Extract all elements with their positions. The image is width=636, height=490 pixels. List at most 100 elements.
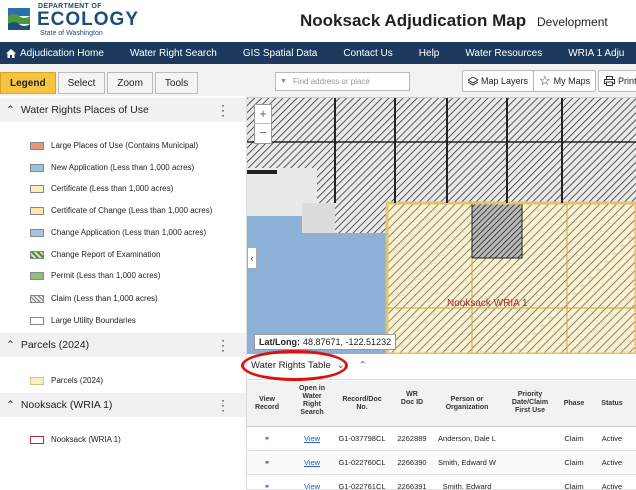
legend-item: Certificate (Less than 1,000 acres) <box>30 184 173 193</box>
legend-swatch <box>30 228 44 237</box>
legend-swatch <box>30 250 44 259</box>
section-title: Nooksack (WRIA 1) <box>20 399 113 411</box>
map-canvas[interactable]: Nooksack WRIA 1 <box>247 98 636 354</box>
status: Active <box>601 434 623 443</box>
ecology-logo-icon <box>6 4 32 34</box>
doc-id: 2266391 <box>397 482 427 490</box>
legend-label: Large Utility Boundaries <box>51 316 136 325</box>
more-options-icon[interactable]: ⋮ <box>216 102 230 119</box>
legend-label: Change Report of Examination <box>51 250 161 259</box>
nav-item-contact-us[interactable]: Contact Us <box>330 48 405 59</box>
search-placeholder: Find address or place <box>292 77 370 86</box>
legend-item: Certificate of Change (Less than 1,000 a… <box>30 206 212 215</box>
tab-zoom[interactable]: Zoom <box>107 72 153 94</box>
chevron-left-icon: ‹ <box>250 253 254 263</box>
table-row: ⚭ View G1-037798CL 2262889 Anderson, Dal… <box>247 427 636 451</box>
dropdown-arrow-icon: ▼ <box>280 78 287 85</box>
legend-swatch <box>30 294 44 303</box>
legend-item: Large Utility Boundaries <box>30 316 136 325</box>
col-wr-doc-id[interactable]: WR Doc ID <box>400 391 424 407</box>
more-options-icon[interactable]: ⋮ <box>216 337 230 354</box>
home-icon <box>6 48 16 58</box>
col-record-no[interactable]: Record/Doc No. <box>339 396 385 412</box>
col-view-record[interactable]: View Record <box>251 396 283 412</box>
legend-label: New Application (Less than 1,000 acres) <box>51 163 195 172</box>
legend-item: Claim (Less than 1,000 acres) <box>30 294 158 303</box>
collapse-panel-button[interactable]: ‹ <box>247 247 257 269</box>
legend-swatch <box>30 271 44 280</box>
legend-item: Large Places of Use (Contains Municipal) <box>30 141 198 150</box>
binoculars-icon[interactable]: ⚭ <box>251 451 283 475</box>
legend-label: Claim (Less than 1,000 acres) <box>51 294 158 303</box>
logo-brand-text: ECOLOGY <box>37 9 140 30</box>
view-link[interactable]: View <box>297 427 327 451</box>
zoom-out-button[interactable]: − <box>255 124 271 143</box>
address-search-input[interactable]: ▼ Find address or place <box>275 72 410 91</box>
nav-item-adjudication-home[interactable]: Adjudication Home <box>0 48 117 59</box>
print-button[interactable]: Print <box>598 70 636 92</box>
phase: Claim <box>564 434 584 443</box>
tab-select[interactable]: Select <box>57 72 106 94</box>
doc-id: 2262889 <box>397 434 427 443</box>
legend-panel <box>0 96 247 490</box>
priority-date <box>505 475 555 489</box>
legend-section-parcels[interactable]: ⌃ Parcels (2024) ⋮ <box>0 333 246 357</box>
person-name: Smith, Edward <box>442 482 492 490</box>
highlight-annotation <box>241 350 348 381</box>
status: Active <box>601 482 623 490</box>
nav-item-gis-spatial-data[interactable]: GIS Spatial Data <box>230 48 330 59</box>
zoom-in-button[interactable]: + <box>255 105 271 124</box>
view-link[interactable]: View <box>297 451 327 475</box>
table-row: ⚭ View G1-022760CL 2266390 Smith, Edward… <box>247 451 636 475</box>
nav-item-help[interactable]: Help <box>406 48 453 59</box>
legend-section-nooksack[interactable]: ⌃ Nooksack (WRIA 1) ⋮ <box>0 393 246 417</box>
map-layers-button[interactable]: Map Layers <box>462 70 535 92</box>
star-icon: ☆ <box>539 73 551 88</box>
nav-item-water-right-search[interactable]: Water Right Search <box>117 48 230 59</box>
view-link[interactable]: View <box>297 475 327 490</box>
legend-label: Parcels (2024) <box>51 376 104 385</box>
legend-swatch <box>30 206 44 215</box>
status: Active <box>601 458 623 467</box>
section-title: Water Rights Places of Use <box>20 104 149 116</box>
col-person[interactable]: Person or Organization <box>437 396 497 412</box>
col-priority-date[interactable]: Priority Date/Claim First Use <box>505 391 555 415</box>
chevron-up-icon: ⌃ <box>6 399 15 411</box>
more-options-icon[interactable]: ⋮ <box>216 397 230 414</box>
main-nav: Adjudication Home Water Right Search GIS… <box>0 42 636 64</box>
person-name: Smith, Edward W <box>438 458 496 467</box>
layers-icon <box>468 76 478 86</box>
legend-swatch <box>30 163 44 172</box>
legend-label: Certificate of Change (Less than 1,000 a… <box>51 206 213 215</box>
legend-item: Nooksack (WRIA 1) <box>30 435 121 444</box>
table-row: ⚭ View G1-022761CL 2266391 Smith, Edward… <box>247 475 636 490</box>
map-layers-label: Map Layers <box>481 76 529 86</box>
nav-item-wria1[interactable]: WRIA 1 Adju <box>555 48 636 59</box>
nav-item-water-resources[interactable]: Water Resources <box>452 48 555 59</box>
printer-icon <box>604 76 615 86</box>
doc-id: 2266390 <box>397 458 427 467</box>
col-phase[interactable]: Phase <box>561 400 587 408</box>
legend-section-water-rights[interactable]: ⌃ Water Rights Places of Use ⋮ <box>0 98 246 122</box>
record-no: G1-022761CL <box>338 482 386 490</box>
latlong-value: 48.87671, -122.51232 <box>303 337 392 347</box>
binoculars-icon[interactable]: ⚭ <box>251 427 283 451</box>
legend-swatch <box>30 141 44 150</box>
chevron-up-icon[interactable]: ⌃ <box>359 360 367 371</box>
my-maps-button[interactable]: ☆ My Maps <box>533 70 597 92</box>
logo-state-text: State of Washington <box>40 30 103 37</box>
legend-item: Parcels (2024) <box>30 376 103 385</box>
chevron-up-icon: ⌃ <box>6 104 15 116</box>
col-status[interactable]: Status <box>597 400 627 408</box>
chevron-up-icon: ⌃ <box>6 339 15 351</box>
nav-item-label: Adjudication Home <box>20 47 104 59</box>
record-no: G1-037798CL <box>338 434 386 443</box>
latlong-readout: Lat/Long: 48.87671, -122.51232 <box>254 334 397 350</box>
tab-legend[interactable]: Legend <box>0 72 56 94</box>
app-header: DEPARTMENT OF ECOLOGY State of Washingto… <box>0 0 636 42</box>
col-open-search[interactable]: Open in Water Right Search <box>295 385 329 417</box>
binoculars-icon[interactable]: ⚭ <box>251 475 283 490</box>
legend-swatch <box>30 184 44 193</box>
priority-date <box>505 451 555 475</box>
tab-tools[interactable]: Tools <box>154 72 199 94</box>
